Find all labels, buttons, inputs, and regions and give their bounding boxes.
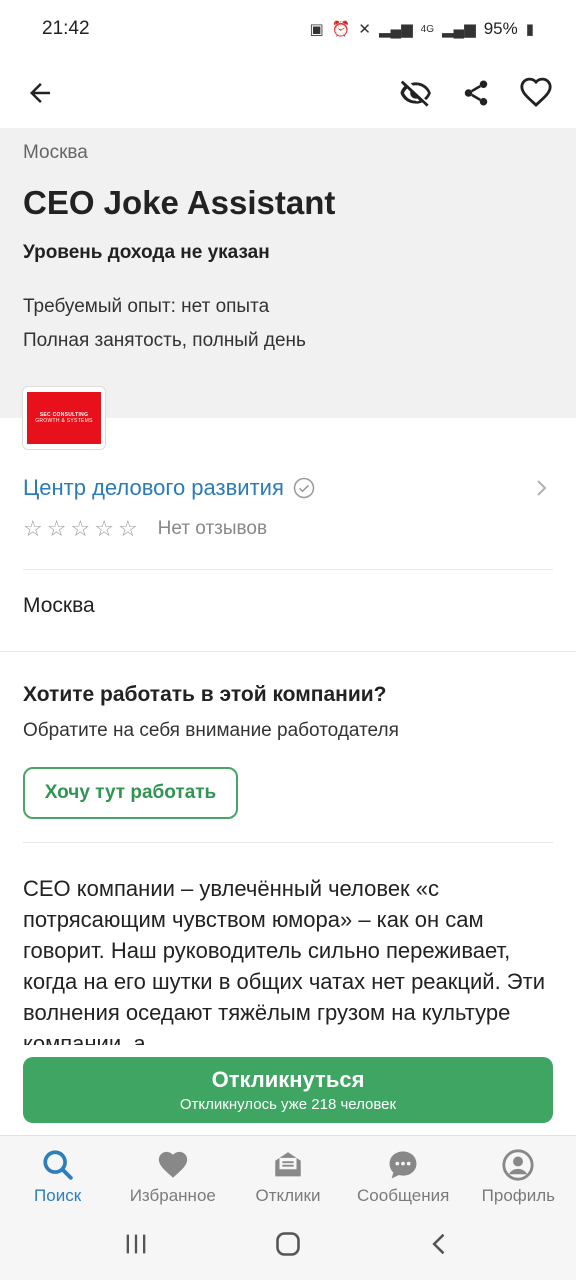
alarm-icon: ⏰: [331, 21, 351, 38]
chat-icon: [389, 1151, 417, 1179]
status-bar: 21:42 ▣ ⏰ ✕ ▂▄▆ 4G ▂▄▆ 95% ▮: [0, 0, 576, 58]
favorite-button[interactable]: [516, 73, 556, 113]
star-icon: ☆: [46, 516, 67, 541]
company-logo[interactable]: SEC CONSULTING GROWTH & SYSTEMS: [22, 386, 106, 450]
work-here-question: Хотите работать в этой компании?: [23, 683, 387, 706]
nav-label: Сообщения: [357, 1186, 450, 1205]
company-location: Москва: [23, 594, 95, 617]
app-bar: [0, 58, 576, 128]
eye-off-icon: [400, 80, 431, 107]
bottom-navigation: Поиск Избранное Отклики Сообщения Профил…: [0, 1135, 576, 1213]
share-button[interactable]: [456, 73, 496, 113]
chevron-right-icon: [537, 480, 547, 496]
company-name: Центр делового развития: [23, 475, 284, 500]
system-back-button[interactable]: [426, 1230, 454, 1263]
status-time: 21:42: [42, 18, 90, 39]
home-icon: [276, 1232, 300, 1256]
battery-percent: 95%: [483, 19, 518, 38]
vacancy-salary: Уровень дохода не указан: [23, 242, 270, 263]
battery-icon: ▮: [525, 21, 534, 38]
company-rating[interactable]: ☆ ☆ ☆ ☆ ☆ Нет отзывов: [23, 518, 267, 540]
vacancy-employment: Полная занятость, полный день: [23, 330, 306, 351]
lock-icon: ▣: [309, 21, 324, 38]
respond-title: Откликнуться: [211, 1067, 365, 1092]
vacancy-description: СЕО компании – увлечённый человек «с пот…: [23, 876, 545, 1045]
network-label: 4G: [420, 23, 434, 35]
home-button[interactable]: [274, 1230, 302, 1263]
company-link[interactable]: Центр делового развития: [23, 470, 553, 506]
mute-icon: ✕: [358, 21, 371, 38]
nav-label: Профиль: [481, 1186, 556, 1205]
vacancy-header: [0, 128, 576, 418]
search-icon: [43, 1150, 73, 1180]
star-icon: ☆: [94, 516, 114, 541]
signal-icon: ▂▄▆: [378, 21, 413, 38]
back-button[interactable]: [20, 73, 60, 113]
divider: [23, 569, 553, 570]
status-icons: ▣ ⏰ ✕ ▂▄▆ 4G ▂▄▆ 95% ▮: [310, 19, 535, 39]
star-icon: ☆: [23, 516, 43, 541]
heart-icon: [158, 1151, 187, 1178]
vacancy-experience: Требуемый опыт: нет опыта: [23, 296, 270, 317]
reviews-label: Нет отзывов: [157, 518, 268, 539]
respond-button[interactable]: Откликнуться Откликнулось уже 218 челове…: [23, 1057, 553, 1123]
heart-icon: [520, 77, 552, 107]
divider: [0, 651, 576, 652]
signal-icon-2: ▂▄▆: [442, 21, 476, 38]
chevron-left-icon: [432, 1233, 445, 1255]
divider: [23, 842, 553, 843]
back-arrow-icon: [30, 83, 50, 103]
nav-favorites[interactable]: Избранное: [118, 1148, 228, 1206]
vacancy-city: Москва: [23, 142, 88, 163]
profile-icon: [502, 1149, 534, 1181]
want-to-work-button[interactable]: Хочу тут работать: [23, 767, 238, 819]
hide-vacancy-button[interactable]: [396, 73, 436, 113]
nav-messages[interactable]: Сообщения: [348, 1148, 458, 1206]
recent-apps-button[interactable]: [122, 1230, 150, 1263]
vacancy-title: CEO Joke Assistant: [23, 184, 336, 221]
nav-profile[interactable]: Профиль: [463, 1148, 573, 1206]
star-icon: ☆: [117, 516, 138, 541]
logo-text-2: GROWTH & SYSTEMS: [35, 418, 93, 424]
work-here-subtitle: Обратите на себя внимание работодателя: [23, 720, 399, 741]
nav-label: Отклики: [255, 1186, 321, 1205]
system-navigation-bar: [0, 1213, 576, 1280]
share-icon: [464, 80, 488, 106]
nav-label: Поиск: [34, 1186, 82, 1205]
responses-icon: [275, 1152, 301, 1177]
recent-apps-icon: [126, 1234, 146, 1254]
respond-count: Откликнулось уже 218 человек: [179, 1096, 397, 1113]
verified-icon: [293, 477, 315, 499]
nav-label: Избранное: [129, 1186, 216, 1205]
nav-search[interactable]: Поиск: [3, 1148, 113, 1206]
star-icon: ☆: [70, 516, 91, 541]
nav-responses[interactable]: Отклики: [233, 1148, 343, 1206]
company-logo-image: SEC CONSULTING GROWTH & SYSTEMS: [27, 392, 101, 444]
